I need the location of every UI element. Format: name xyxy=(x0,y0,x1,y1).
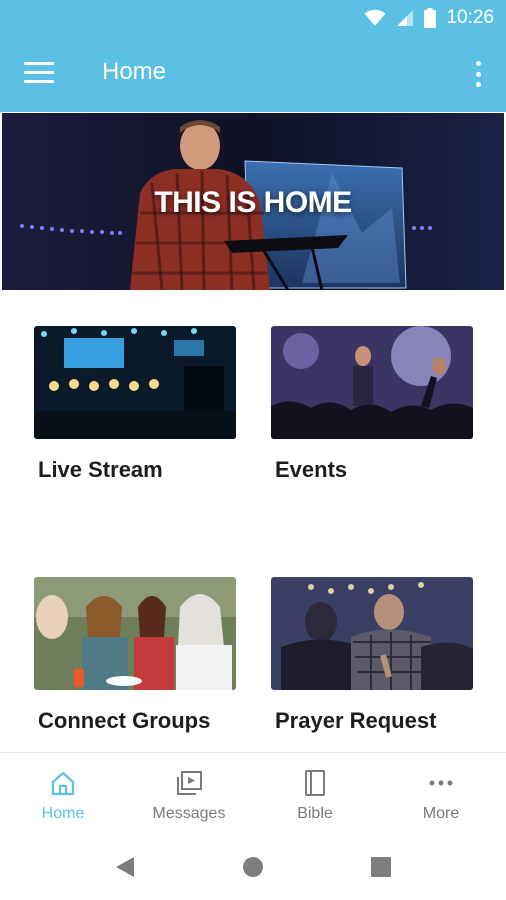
more-horizontal-icon xyxy=(429,780,453,786)
wifi-icon xyxy=(364,9,386,26)
tile-label: Events xyxy=(275,457,348,482)
nav-item-bible[interactable]: Bible xyxy=(252,753,378,835)
recents-icon[interactable] xyxy=(370,856,392,878)
back-icon[interactable] xyxy=(114,856,136,878)
more-vertical-icon[interactable] xyxy=(474,61,482,87)
video-library-icon xyxy=(177,771,202,795)
status-icons: 10:26 xyxy=(364,0,494,36)
nav-label: Home xyxy=(41,805,85,822)
tile-live-stream[interactable]: Live Stream xyxy=(34,326,236,483)
home-icon xyxy=(51,771,75,796)
prayer-request-image xyxy=(271,577,473,690)
live-stream-image xyxy=(34,326,236,439)
app-bar: Home xyxy=(0,36,506,112)
tile-label: Prayer Request xyxy=(275,708,437,733)
cell-signal-icon xyxy=(397,10,414,26)
page-title: Home xyxy=(102,58,167,85)
tile-events[interactable]: Events xyxy=(271,326,473,483)
hero-title: THIS IS HOME xyxy=(154,186,352,219)
home-circle-icon[interactable] xyxy=(242,856,264,878)
nav-item-home[interactable]: Home xyxy=(0,753,126,835)
battery-icon xyxy=(424,8,437,28)
system-navigation-bar xyxy=(0,834,506,900)
events-image xyxy=(271,326,473,439)
nav-label: More xyxy=(422,805,460,822)
nav-item-messages[interactable]: Messages xyxy=(126,753,252,835)
tile-label: Connect Groups xyxy=(38,708,211,733)
tile-connect-groups[interactable]: Connect Groups xyxy=(34,577,236,734)
status-bar: 10:26 xyxy=(0,0,506,36)
book-icon xyxy=(305,770,325,796)
bottom-navigation: Home Messages Bible More xyxy=(0,752,506,835)
hamburger-menu-icon[interactable] xyxy=(24,62,54,84)
hero-banner[interactable]: THIS IS HOME xyxy=(2,113,504,290)
nav-item-more[interactable]: More xyxy=(378,753,504,835)
nav-label: Bible xyxy=(297,805,333,822)
status-time: 10:26 xyxy=(446,7,494,28)
connect-groups-image xyxy=(34,577,236,690)
tile-prayer-request[interactable]: Prayer Request xyxy=(271,577,473,734)
nav-label: Messages xyxy=(152,805,226,822)
tile-label: Live Stream xyxy=(38,457,163,482)
